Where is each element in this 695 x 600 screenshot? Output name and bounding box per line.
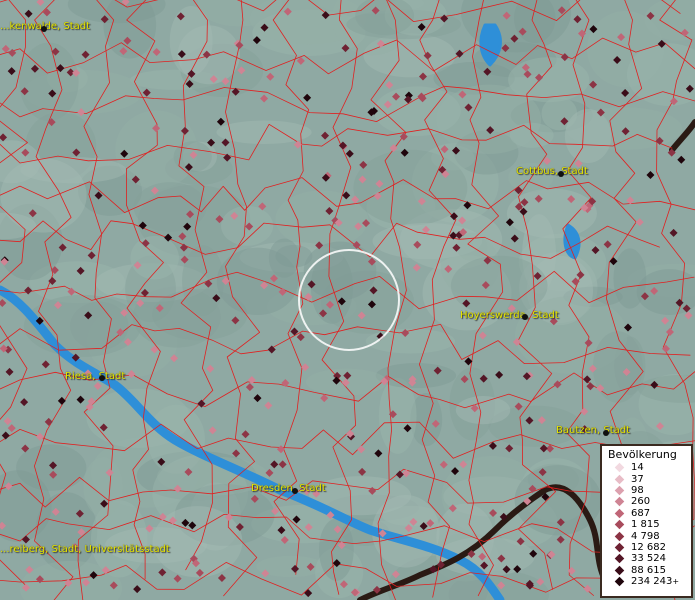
legend-label: 33 524 xyxy=(631,553,666,565)
legend-item: 234 243 + xyxy=(602,576,691,587)
legend-swatch xyxy=(614,485,625,496)
legend-label: 234 243 xyxy=(631,576,673,588)
legend-label: 37 xyxy=(631,473,644,485)
city-marker-hoyerswerda[interactable] xyxy=(522,314,528,320)
legend-item: 14 xyxy=(602,462,691,473)
legend-swatch xyxy=(614,474,625,484)
legend-overflow-mark: + xyxy=(672,577,680,587)
city-label-dresden[interactable]: Dresden, Stadt xyxy=(251,483,326,494)
selection-overlay xyxy=(298,249,400,351)
legend-swatch xyxy=(614,519,625,530)
legend-swatch xyxy=(614,554,625,564)
map-view[interactable]: ...kenwalde, Stadt Cottbus, Stadt Hoyers… xyxy=(0,0,695,600)
legend-item: 37 xyxy=(602,473,691,485)
legend-item: 1 815 xyxy=(602,519,691,530)
legend-items: 14 37 98 260 687 1 815 4 798 12 682 33 524 88 615… xyxy=(602,462,691,587)
legend-item: 4 798 xyxy=(602,530,691,542)
city-label-cottbus[interactable]: Cottbus, Stadt xyxy=(516,166,588,177)
city-marker-cottbus[interactable] xyxy=(558,171,564,177)
legend-item: 98 xyxy=(602,485,691,496)
legend-label: 687 xyxy=(631,507,651,519)
city-label-hoyerswerda[interactable]: Hoyerswerda, Stadt xyxy=(460,310,559,321)
legend-item: 687 xyxy=(602,508,691,519)
legend-item: 88 615 xyxy=(602,565,691,576)
legend-swatch xyxy=(614,497,625,507)
legend-label: 88 615 xyxy=(631,564,666,576)
legend-label: 98 xyxy=(631,484,644,496)
city-marker-bautzen[interactable] xyxy=(603,430,609,436)
legend-label: 14 xyxy=(631,462,644,474)
legend-item: 260 xyxy=(602,496,691,507)
city-marker-riesa[interactable] xyxy=(99,375,105,381)
city-marker-kamenz-w[interactable] xyxy=(41,26,47,32)
legend-label: 4 798 xyxy=(631,530,660,542)
city-label-freiberg[interactable]: ...reiberg, Stadt, Universitätsstadt xyxy=(0,544,170,555)
legend-title: Bevölkerung xyxy=(608,448,677,461)
city-label-riesa[interactable]: Riesa, Stadt xyxy=(65,371,125,382)
legend-swatch xyxy=(614,565,625,575)
legend-swatch xyxy=(614,508,625,519)
city-label-bautzen[interactable]: Bautzen, Stadt xyxy=(556,425,630,436)
legend-label: 12 682 xyxy=(631,541,666,553)
selection-circle xyxy=(298,249,400,351)
legend-swatch xyxy=(614,531,625,541)
legend-swatch xyxy=(614,462,625,473)
legend-item: 12 682 xyxy=(602,542,691,553)
legend-item: 33 524 xyxy=(602,553,691,564)
legend-label: 260 xyxy=(631,496,651,508)
legend-swatch xyxy=(614,542,625,553)
city-marker-dresden[interactable] xyxy=(292,488,298,494)
legend-swatch xyxy=(614,576,625,587)
population-legend: Bevölkerung 14 37 98 260 687 1 815 4 798 12 682… xyxy=(600,444,693,598)
legend-label: 1 815 xyxy=(631,519,660,531)
